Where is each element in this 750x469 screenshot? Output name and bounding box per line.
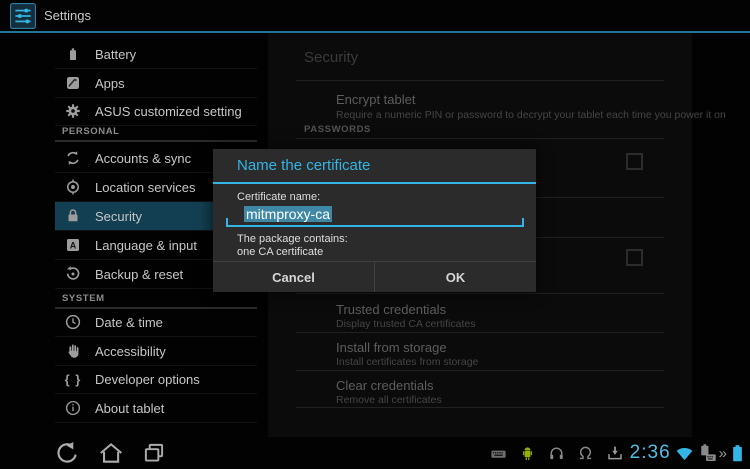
section-header-label: PERSONAL (55, 122, 257, 137)
panel-title: Security (304, 49, 358, 66)
sidebar-item-about-tablet[interactable]: About tablet (55, 394, 257, 423)
encrypt-tablet-row-subtitle: Require a numeric PIN or password to dec… (336, 109, 726, 121)
dialog-title-divider (213, 182, 536, 184)
action-bar: Settings (0, 0, 750, 31)
wifi-icon (674, 443, 695, 464)
install-notification-icon (606, 444, 624, 462)
divider (296, 407, 664, 408)
divider (296, 138, 664, 139)
install-from-storage-row-title: Install from storage (336, 340, 447, 355)
sidebar-item-label: Accounts & sync (95, 151, 191, 166)
ok-button[interactable]: OK (375, 262, 536, 292)
clock-time[interactable]: 2:36 (630, 442, 671, 464)
trusted-credentials-row-subtitle: Display trusted CA certificates (336, 318, 475, 330)
headphones-icon (548, 445, 565, 462)
sidebar-item-accessibility[interactable]: Accessibility (55, 337, 257, 366)
hand-icon (64, 342, 82, 360)
divider (296, 370, 664, 371)
status-tray[interactable]: 2:36 » (490, 437, 747, 469)
divider (296, 332, 664, 333)
apps-icon (64, 74, 82, 92)
sidebar-section-personal: PERSONAL (55, 122, 257, 142)
braces-icon: { } (64, 370, 82, 388)
encrypt-tablet-row-title: Encrypt tablet (336, 92, 416, 107)
sync-icon (64, 149, 82, 167)
usb-debugging-android-icon (519, 445, 536, 462)
sidebar-item-label: ASUS customized setting (95, 104, 242, 119)
clear-credentials-row-title: Clear credentials (336, 378, 434, 393)
checkbox-unchecked (626, 249, 643, 266)
sidebar-item-label: Backup & reset (95, 267, 183, 282)
name-certificate-dialog: Name the certificate Certificate name: m… (213, 149, 536, 292)
info-icon (64, 399, 82, 417)
page-title: Settings (44, 8, 91, 23)
headset-icon (577, 445, 594, 462)
sidebar-item-label: Apps (95, 76, 125, 91)
sidebar-section-system: SYSTEM (55, 289, 257, 309)
keyboard-icon (490, 445, 507, 462)
dialog-button-bar: Cancel OK (213, 261, 536, 292)
certificate-name-input[interactable]: mitmproxy-ca (226, 205, 524, 227)
svg-text:A: A (70, 240, 77, 250)
dialog-title: Name the certificate (237, 157, 370, 174)
sidebar-item-date-time[interactable]: Date & time (55, 308, 257, 337)
battery-icon (728, 443, 747, 464)
sidebar-item-label: Date & time (95, 315, 163, 330)
sidebar-item-label: About tablet (95, 401, 164, 416)
cancel-button[interactable]: Cancel (213, 262, 375, 292)
clear-credentials-row-subtitle: Remove all certificates (336, 394, 442, 406)
trusted-credentials-row-title: Trusted credentials (336, 302, 446, 317)
sidebar-item-label: Developer options (95, 372, 200, 387)
clock-icon (64, 313, 82, 331)
sidebar-item-label: Accessibility (95, 344, 166, 359)
backup-icon (64, 265, 82, 283)
package-contains-label: The package contains: (237, 233, 348, 245)
install-from-storage-row-subtitle: Install certificates from storage (336, 356, 478, 368)
selected-input-text: mitmproxy-ca (244, 206, 332, 222)
android-settings-screen: Settings Battery Apps (0, 0, 750, 469)
checkbox-unchecked (626, 153, 643, 170)
sidebar-item-label: Battery (95, 47, 136, 62)
certificate-name-label: Certificate name: (237, 191, 320, 203)
dock-battery-icon (696, 443, 717, 464)
lock-icon (64, 207, 82, 225)
sidebar-item-label: Security (95, 209, 142, 224)
recents-button[interactable] (141, 440, 167, 466)
gear-icon (64, 102, 82, 120)
system-bar: 2:36 » (0, 437, 750, 469)
language-icon: A (64, 236, 82, 254)
sidebar-item-developer-options[interactable]: { } Developer options (55, 365, 257, 394)
chevron-right-icon: » (719, 445, 727, 462)
package-contents-value: one CA certificate (237, 246, 323, 258)
sidebar-item-apps[interactable]: Apps (55, 69, 257, 98)
back-button[interactable] (54, 440, 80, 466)
sidebar-item-label: Location services (95, 180, 195, 195)
home-button[interactable] (97, 440, 123, 466)
divider (296, 293, 664, 294)
sidebar-item-battery[interactable]: Battery (55, 40, 257, 69)
settings-app-icon (10, 3, 36, 29)
battery-icon (64, 45, 82, 63)
location-icon (64, 178, 82, 196)
passwords-section-header: PASSWORDS (304, 124, 371, 135)
divider (296, 80, 664, 81)
sidebar-item-label: Language & input (95, 238, 197, 253)
